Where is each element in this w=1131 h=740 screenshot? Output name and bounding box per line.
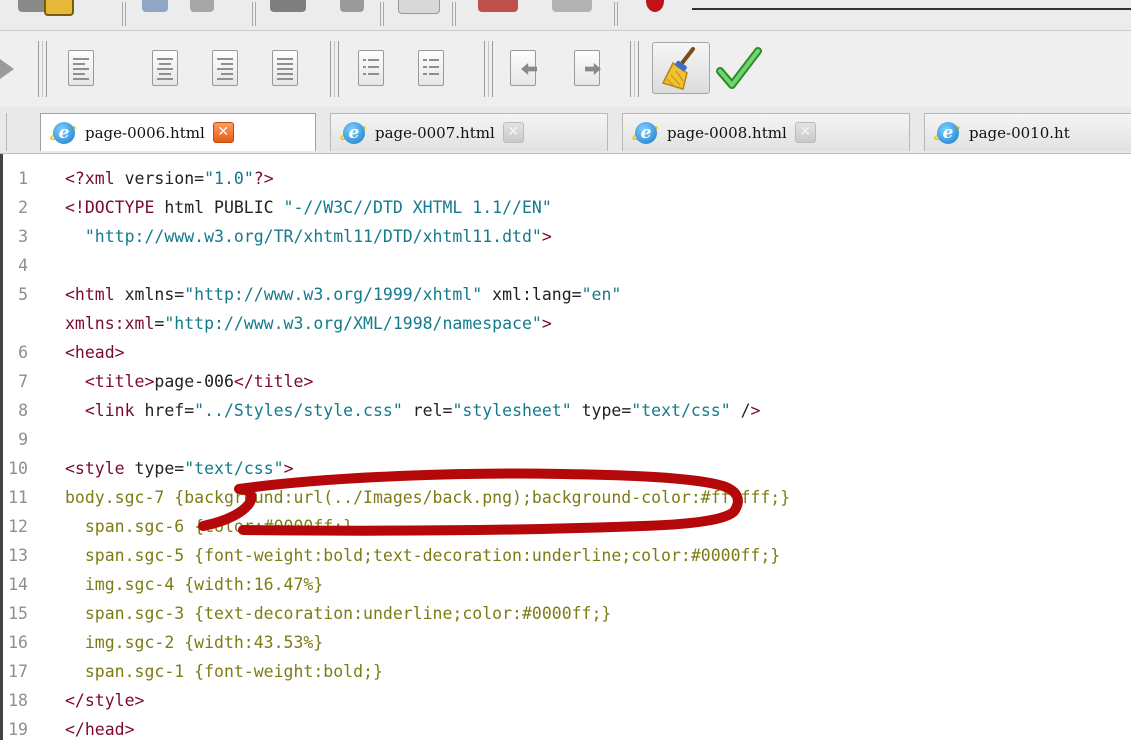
align-left-icon bbox=[68, 50, 94, 86]
indent-icon bbox=[574, 50, 601, 86]
tab-page-0006[interactable]: e page-0006.html ✕ bbox=[40, 113, 316, 151]
check-icon bbox=[716, 47, 762, 89]
close-icon[interactable]: ✕ bbox=[212, 122, 234, 143]
numbered-list-button[interactable] bbox=[412, 46, 450, 90]
toolbar-top bbox=[0, 0, 1131, 31]
window-edge bbox=[692, 8, 1131, 10]
folder-icon[interactable] bbox=[44, 0, 74, 16]
justify-icon bbox=[272, 50, 298, 86]
tab-label: page-0010.ht bbox=[969, 123, 1070, 142]
ie-icon: e bbox=[338, 121, 368, 144]
tab-label: page-0007.html bbox=[375, 123, 495, 142]
indent-button[interactable] bbox=[568, 46, 606, 90]
stop-icon[interactable] bbox=[646, 0, 664, 12]
export-icon[interactable] bbox=[340, 0, 364, 12]
validate-button[interactable] bbox=[716, 45, 762, 93]
toolbar-separator bbox=[252, 2, 256, 26]
align-right-icon bbox=[212, 50, 238, 86]
spellcheck-icon[interactable] bbox=[478, 0, 518, 12]
toolbar-grip[interactable] bbox=[330, 41, 339, 97]
toolbar-grip[interactable] bbox=[484, 41, 493, 97]
bullet-list-button[interactable] bbox=[352, 46, 390, 90]
toolbar-separator bbox=[122, 2, 126, 26]
tab-page-0008[interactable]: e page-0008.html ✕ bbox=[622, 113, 910, 151]
bullet-list-icon bbox=[358, 50, 384, 86]
toolbar-separator bbox=[452, 2, 456, 26]
tab-bar: e page-0006.html ✕ e page-0007.html ✕ e … bbox=[0, 107, 1131, 154]
ie-icon: e bbox=[48, 121, 78, 144]
code-view-icon[interactable] bbox=[398, 0, 440, 14]
open-icon[interactable] bbox=[18, 0, 46, 12]
tab-label: page-0008.html bbox=[667, 123, 787, 142]
ie-icon: e bbox=[932, 121, 962, 144]
close-icon[interactable]: ✕ bbox=[794, 122, 816, 143]
clean-source-button[interactable] bbox=[652, 42, 710, 94]
ie-icon: e bbox=[630, 121, 660, 144]
outdent-button[interactable] bbox=[504, 46, 542, 90]
split-icon[interactable] bbox=[552, 0, 592, 12]
book-icon[interactable] bbox=[270, 0, 306, 12]
tab-label: page-0006.html bbox=[85, 123, 205, 142]
outdent-icon bbox=[510, 50, 537, 86]
close-icon[interactable]: ✕ bbox=[502, 122, 524, 143]
find-icon[interactable] bbox=[142, 0, 168, 12]
toolbar-separator bbox=[614, 2, 618, 26]
broom-icon bbox=[661, 47, 695, 90]
align-right-button[interactable] bbox=[206, 46, 244, 90]
red-annotation-mark bbox=[198, 468, 743, 536]
align-center-icon bbox=[152, 50, 178, 86]
align-center-button[interactable] bbox=[146, 46, 184, 90]
toolbar-grip[interactable] bbox=[630, 41, 639, 97]
justify-button[interactable] bbox=[266, 46, 304, 90]
align-left-button[interactable] bbox=[62, 46, 100, 90]
tab-page-0007[interactable]: e page-0007.html ✕ bbox=[330, 113, 608, 151]
toolbar-formatting bbox=[0, 31, 1131, 108]
tab-page-0010[interactable]: e page-0010.ht bbox=[924, 113, 1131, 151]
code-editor[interactable]: 1 <?xml version="1.0"?> 2 <!DOCTYPE html PU… bbox=[0, 154, 1131, 740]
numbered-list-icon bbox=[418, 50, 444, 86]
tab-scroll-edge bbox=[6, 113, 15, 151]
toolbar-grip[interactable] bbox=[38, 41, 47, 97]
partial-icon[interactable] bbox=[0, 55, 20, 99]
print-icon[interactable] bbox=[190, 0, 214, 12]
toolbar-separator bbox=[380, 2, 384, 26]
